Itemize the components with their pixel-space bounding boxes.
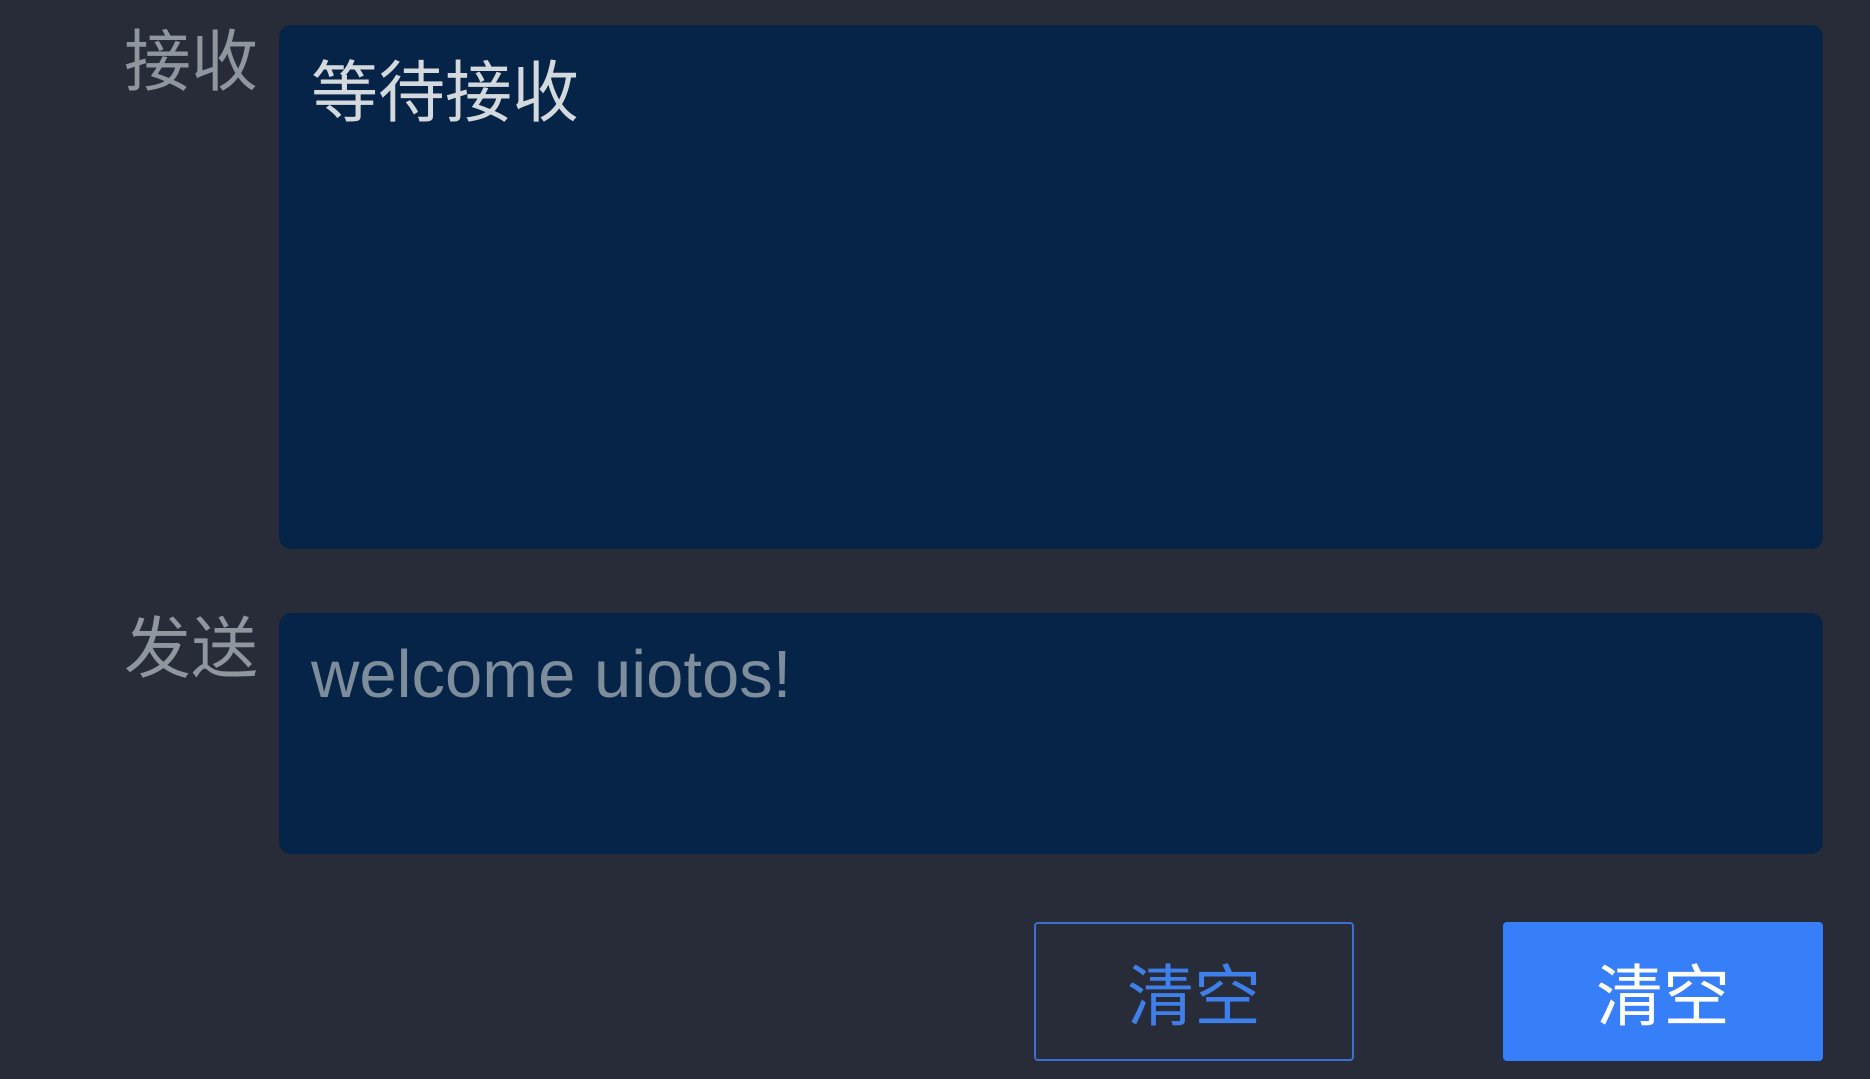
send-textarea[interactable]: welcome uiotos! <box>279 613 1823 854</box>
receive-textarea[interactable]: 等待接收 <box>279 25 1823 549</box>
send-label: 发送 <box>124 610 258 688</box>
clear-button-primary[interactable]: 清空 <box>1503 922 1823 1061</box>
receive-label: 接收 <box>124 23 258 101</box>
clear-button-outline[interactable]: 清空 <box>1034 922 1354 1061</box>
